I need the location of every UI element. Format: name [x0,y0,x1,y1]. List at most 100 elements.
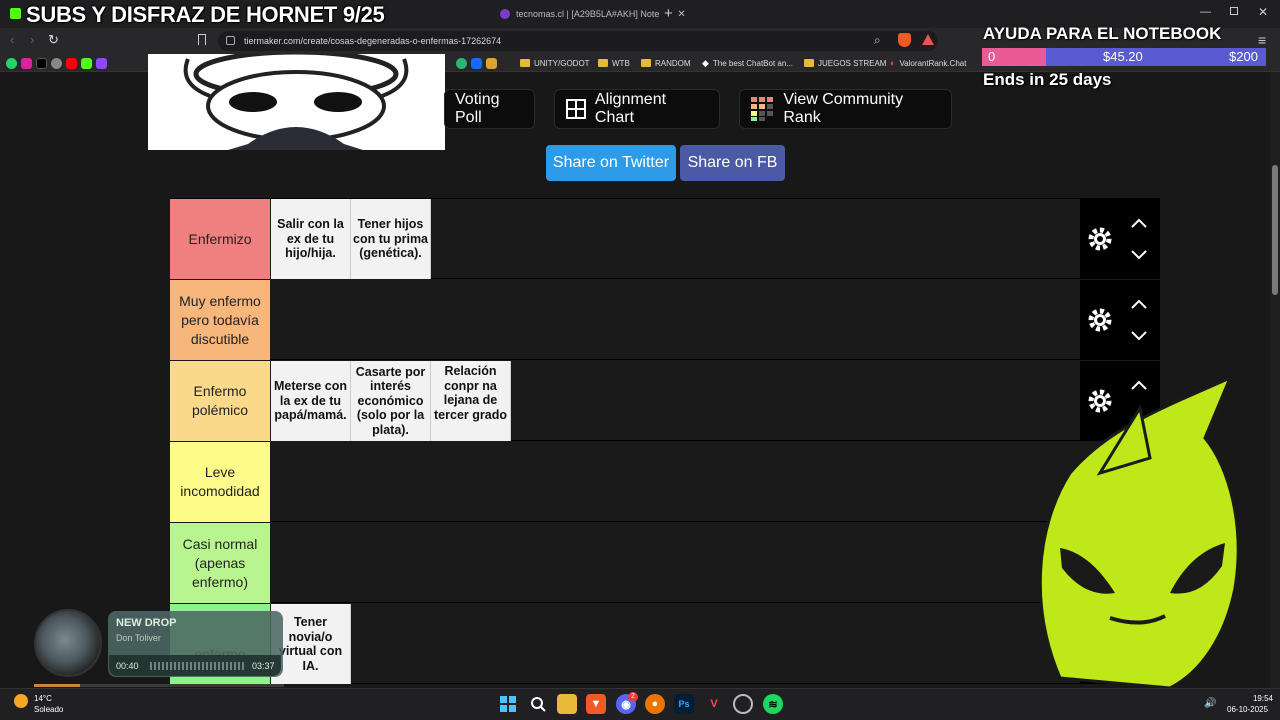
tier-row: Leve incomodidad [170,442,1160,522]
goal-ends: Ends in 25 days [983,70,1112,89]
site-info-icon[interactable] [226,36,235,45]
tier-label[interactable]: Leve incomodidad [170,442,270,522]
bookmark-label: UNITY/GODOT [534,58,590,68]
tier-controls [1080,199,1160,279]
green-flame-mascot-icon [1038,378,1240,688]
goal-target: $200 [1229,49,1258,64]
search-icon[interactable] [528,694,548,714]
elapsed-time: 00:40 [116,661,139,671]
bookmark-juegos-stream[interactable]: JUEGOS STREAM [804,55,886,71]
spotify-icon[interactable]: ≋ [763,694,783,714]
share-fb-button[interactable]: Share on FB [680,145,785,181]
new-tab-icon[interactable]: + [664,5,673,22]
folder-icon [598,59,608,67]
song-title: NEW DROP [116,617,177,629]
green-app-icon[interactable] [456,57,467,69]
bookmark-icons-mid [456,55,497,71]
kick-icon[interactable] [81,57,92,69]
tier-item-card[interactable]: Tener novia/o virtual con IA. [271,604,351,684]
voting-poll-label: Voting Poll [455,91,500,126]
tier-label[interactable]: Casi normal (apenas enfermo) [170,523,270,603]
chevron-up-icon[interactable] [1131,298,1147,310]
folder-icon [520,59,530,67]
close-icon[interactable]: ✕ [677,9,685,20]
tier-label[interactable]: Enfermo polémico [170,361,270,441]
zoom-icon[interactable]: ⌕ [874,33,881,48]
brave-browser-icon[interactable]: ▼ [586,694,606,714]
menu-icon[interactable]: ≡ [1258,32,1266,48]
reload-icon[interactable]: ↻ [48,32,59,48]
goal-current: $45.20 [1103,49,1143,64]
close-window-icon[interactable]: ✕ [1258,5,1268,19]
twitch-icon[interactable] [96,57,107,69]
folder-icon [804,59,814,67]
tier-item-card[interactable]: Tener hijos con tu prima (genética). [351,199,431,279]
forward-icon[interactable]: › [30,32,34,47]
chevron-down-icon[interactable] [1131,330,1147,342]
x-icon[interactable] [36,57,47,69]
bookmark-icons-left [6,55,107,71]
bookmark-icon[interactable] [198,34,206,45]
bookmark-random[interactable]: RANDOM [641,55,691,71]
tier-list: Enfermizo Salir con la ex de tu hijo/hij… [170,198,1160,688]
tier-item-card[interactable]: Salir con la ex de tu hijo/hija. [271,199,351,279]
goal-title: AYUDA PARA EL NOTEBOOK [983,24,1222,43]
instagram-icon[interactable] [21,57,32,69]
gear-icon[interactable] [1086,225,1114,253]
maximize-icon[interactable] [1230,7,1238,15]
song-progress-fill [34,684,80,687]
tier-item-card[interactable]: Relación conpr na lejana de tercer grado [431,361,511,441]
url-field[interactable]: tiermaker.com/create/cosas-degeneradas-o… [218,31,938,51]
obs-icon[interactable] [733,694,753,714]
brave-rewards-icon[interactable] [922,34,934,45]
weather-temp: 14°C [34,694,52,703]
gear-icon[interactable] [1086,306,1114,334]
tierlist-cover-image [148,54,445,150]
url-text: tiermaker.com/create/cosas-degeneradas-o… [244,36,502,46]
chatbot-icon: ◆ [702,57,709,68]
weather-sun-icon[interactable] [14,694,28,708]
bookmark-wtb[interactable]: WTB [598,55,630,71]
youtube-icon[interactable] [66,57,77,69]
photoshop-icon[interactable]: Ps [674,694,694,714]
tab-tecnomas[interactable]: tecnomas.cl | [A29B5LA#AKH] Note ✕ [500,4,686,24]
back-icon[interactable]: ‹ [10,32,14,47]
share-twitter-button[interactable]: Share on Twitter [546,145,676,181]
bookmark-chatbot[interactable]: ◆ The best ChatBot an... [702,55,793,71]
bookmark-unity-godot[interactable]: UNITY/GODOT [520,55,590,71]
tecnomas-favicon-icon [500,9,510,19]
tier-item-card[interactable]: Casarte por interés económico (solo por … [351,361,431,441]
brave-shield-icon[interactable] [898,33,911,47]
windows-start-icon[interactable] [498,694,518,714]
tier-label[interactable]: Muy enfermo pero todavía discutible [170,280,270,360]
tab-label: tecnomas.cl | [A29B5LA#AKH] Note [516,9,660,19]
file-explorer-icon[interactable] [557,694,577,714]
bookmark-label: The best ChatBot an... [712,58,793,68]
whatsapp-icon[interactable] [6,57,17,69]
bookmark-valorantrank[interactable]: ◐ ValorantRank.Chat [890,55,966,71]
blender-icon[interactable]: ● [645,694,665,714]
chevron-down-icon[interactable] [1131,249,1147,261]
sheet-icon[interactable] [486,57,497,69]
chevron-up-icon[interactable] [1131,217,1147,229]
song-artist: Don Toliver [116,633,161,643]
behance-icon[interactable] [471,57,482,69]
valorant-icon[interactable]: V [704,694,724,714]
apple-icon[interactable] [51,57,62,69]
community-rank-button[interactable]: View Community Rank [739,89,952,129]
share-fb-label: Share on FB [687,154,778,171]
minimize-icon[interactable]: — [1200,6,1211,18]
tier-row: Enfermizo Salir con la ex de tu hijo/hij… [170,199,1160,279]
volume-icon[interactable]: 🔊 [1204,698,1216,709]
voting-poll-button[interactable]: Voting Poll [444,89,535,129]
community-rank-icon [751,97,773,121]
bookmark-label: WTB [612,58,630,68]
tier-label[interactable]: Enfermizo [170,199,270,279]
waveform [150,662,245,670]
tier-item-card[interactable]: Meterse con la ex de tu papá/mamá. [271,361,351,441]
tier-row: enfermo Tener novia/o virtual con IA. [170,604,1160,684]
community-rank-label: View Community Rank [783,91,904,126]
clock-date: 06-10-2025 [1227,705,1268,714]
scrollbar-thumb[interactable] [1272,165,1278,295]
alignment-chart-button[interactable]: Alignment Chart [554,89,720,129]
